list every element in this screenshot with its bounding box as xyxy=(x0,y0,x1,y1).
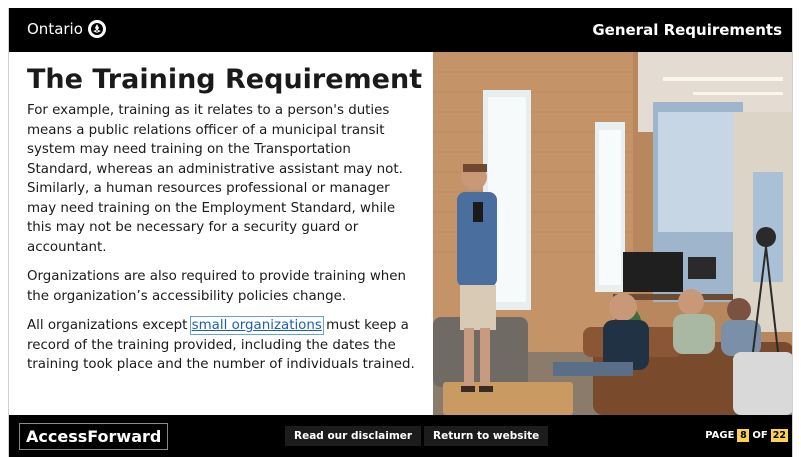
records-text-start: All organizations except xyxy=(27,318,192,333)
slide-header: Ontario General Requirements xyxy=(9,8,792,52)
slide-text-panel: The Training Requirement For example, tr… xyxy=(9,52,432,415)
of-label: OF xyxy=(752,430,768,441)
office-training-photo xyxy=(433,52,792,415)
slide-footer: AccessForward Read our disclaimer Return… xyxy=(9,415,792,457)
total-pages-number: 22 xyxy=(770,429,788,442)
return-to-website-button[interactable]: Return to website xyxy=(424,426,549,446)
trillium-icon xyxy=(87,20,106,38)
page-indicator: PAGE 8 OF 22 xyxy=(705,429,788,442)
ontario-wordmark: Ontario xyxy=(27,20,83,38)
paragraph-duties: For example, training as it relates to a… xyxy=(27,103,403,255)
small-organizations-link[interactable]: small organizations xyxy=(189,316,324,335)
course-slide: Ontario General Requirements The Trainin… xyxy=(8,8,793,457)
page-title: The Training Requirement xyxy=(27,64,423,95)
ontario-logo: Ontario xyxy=(27,20,106,38)
disclaimer-button[interactable]: Read our disclaimer xyxy=(285,426,422,446)
section-title: General Requirements xyxy=(592,21,782,39)
current-page-number: 8 xyxy=(737,429,750,442)
accessforward-logo: AccessForward xyxy=(19,423,169,450)
page-label: PAGE xyxy=(705,430,735,441)
training-scene-illustration xyxy=(433,52,792,415)
paragraph-policy-change: Organizations are also required to provi… xyxy=(27,269,407,304)
paragraph-records: All organizations except small organizat… xyxy=(27,316,418,375)
